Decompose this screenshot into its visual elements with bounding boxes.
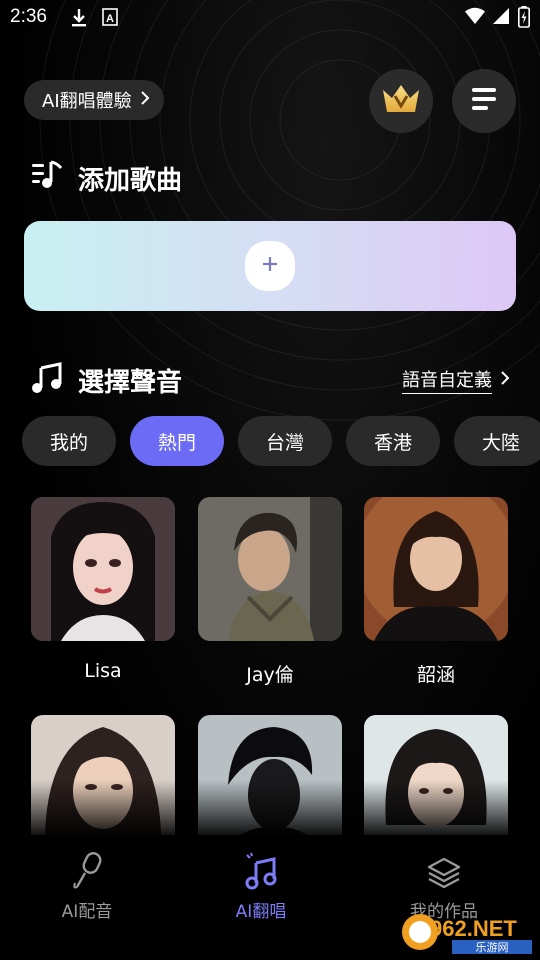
voice-name: Lisa — [84, 660, 122, 682]
microphone-icon — [17, 847, 157, 891]
status-time: 2:36 — [10, 6, 47, 27]
status-bar: 2:36 A — [0, 0, 540, 36]
wifi-icon — [464, 7, 486, 29]
voice-category-tabs: 我的 熱門 台灣 香港 大陸 — [22, 416, 540, 466]
select-voice-title: 選擇聲音 — [78, 368, 183, 398]
battery-icon — [518, 6, 530, 32]
voice-avatar — [198, 497, 342, 641]
tab-popular[interactable]: 熱門 — [130, 416, 224, 466]
voice-customize-label: 語音自定義 — [402, 366, 492, 394]
tab-taiwan[interactable]: 台灣 — [238, 416, 332, 466]
voice-avatar — [364, 497, 508, 641]
ai-cover-experience-button[interactable]: AI翻唱體驗 — [24, 80, 164, 120]
content-fade — [0, 780, 540, 840]
nav-ai-dubbing[interactable]: AI配音 — [17, 847, 157, 922]
tab-mainland[interactable]: 大陸 — [454, 416, 540, 466]
voice-card-lisa[interactable] — [31, 497, 175, 641]
watermark-logo: 962.NET 乐游网 — [402, 914, 532, 954]
music-note-icon — [30, 360, 64, 401]
watermark-brand: 962.NET — [430, 916, 517, 941]
nav-label: AI翻唱 — [235, 902, 287, 922]
nav-ai-cover[interactable]: AI翻唱 — [191, 847, 331, 922]
watermark-sub: 乐游网 — [476, 941, 509, 954]
playlist-icon — [30, 158, 64, 199]
chevron-right-icon — [140, 90, 150, 111]
voice-card-shaohan[interactable] — [364, 497, 508, 641]
signal-icon — [492, 7, 510, 29]
plus-icon — [260, 254, 280, 278]
voice-avatar — [31, 497, 175, 641]
menu-icon — [470, 86, 498, 116]
music-note-icon — [191, 847, 331, 891]
tab-mine[interactable]: 我的 — [22, 416, 116, 466]
voice-name: 韶涵 — [416, 664, 455, 686]
svg-text:A: A — [106, 13, 114, 25]
crown-icon — [381, 82, 421, 120]
experience-label: AI翻唱體驗 — [42, 91, 132, 112]
voice-customize-link[interactable]: 語音自定義 — [402, 366, 510, 394]
download-icon — [70, 8, 88, 32]
vip-button[interactable] — [369, 69, 433, 133]
voice-name: Jay倫 — [246, 664, 294, 686]
tab-hongkong[interactable]: 香港 — [346, 416, 440, 466]
add-song-title: 添加歌曲 — [78, 166, 183, 196]
layers-icon — [374, 847, 514, 891]
chevron-right-icon — [500, 370, 510, 391]
voice-card-jay[interactable] — [198, 497, 342, 641]
add-song-section-header: 添加歌曲 — [30, 158, 182, 199]
nav-label: AI配音 — [61, 902, 113, 922]
add-song-button[interactable] — [245, 241, 295, 291]
menu-button[interactable] — [452, 69, 516, 133]
font-notification-icon: A — [102, 8, 118, 30]
add-song-card[interactable] — [24, 221, 516, 311]
select-voice-section-header: 選擇聲音 — [30, 360, 182, 401]
site-watermark: 962.NET 乐游网 — [400, 910, 534, 954]
